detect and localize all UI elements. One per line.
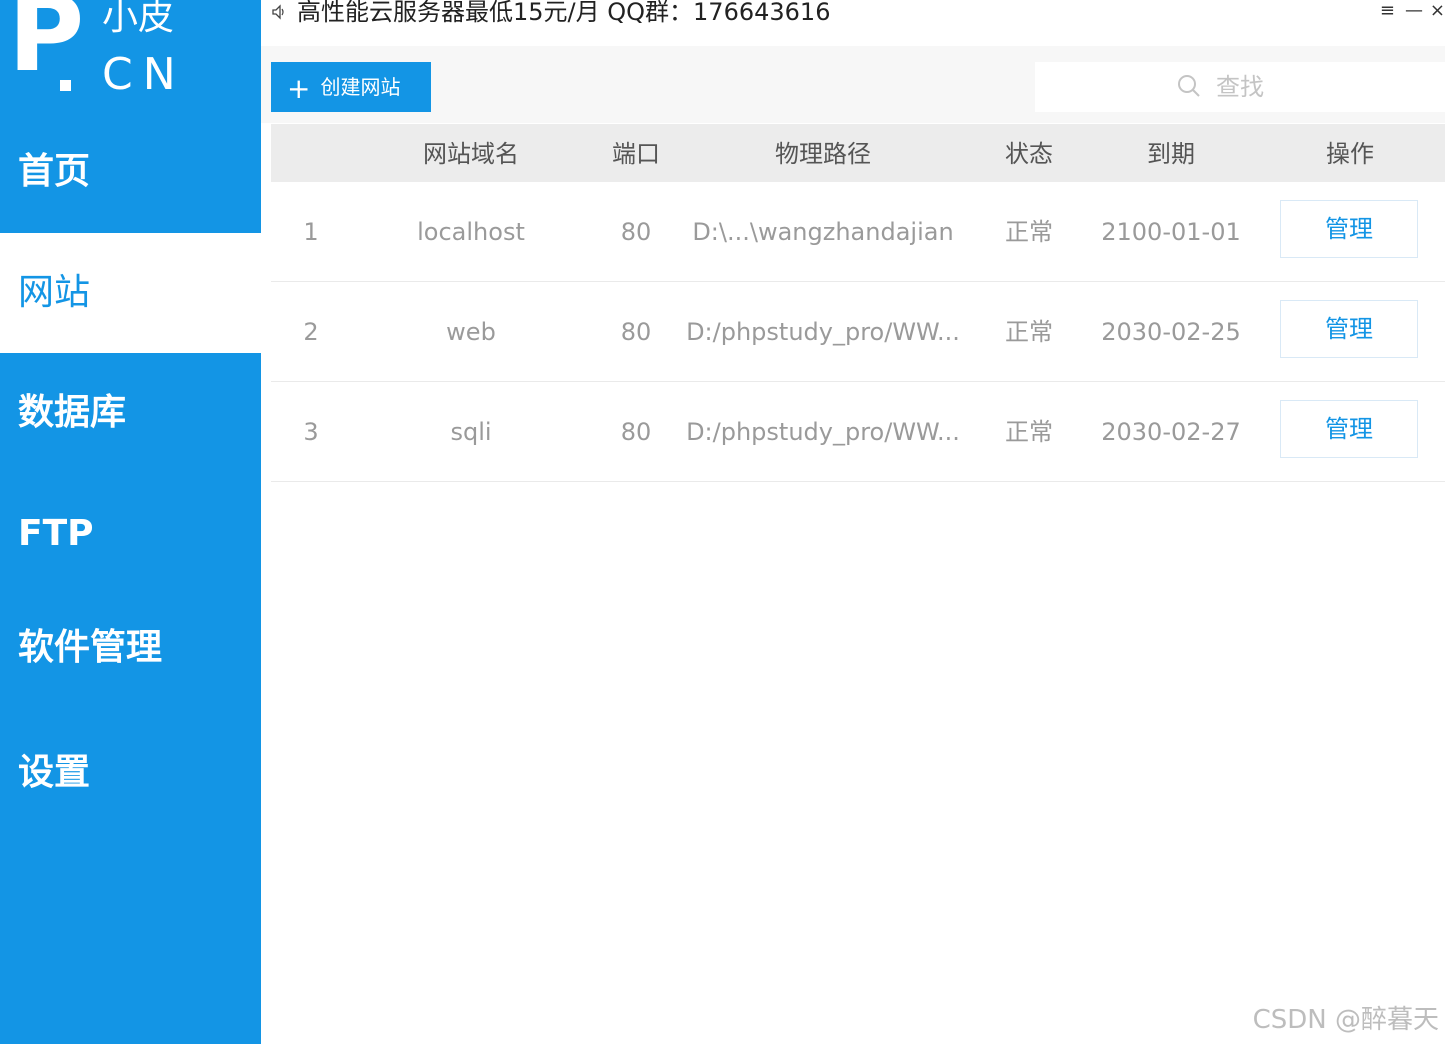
column-header-path: 物理路径 <box>775 140 871 168</box>
sidebar-item-ftp[interactable]: FTP <box>0 474 261 594</box>
search-icon <box>1178 75 1200 97</box>
row-domain: sqli <box>450 418 492 446</box>
logo-top-text: 小皮 <box>102 0 175 38</box>
row-status: 正常 <box>1005 418 1053 446</box>
column-header-domain: 网站域名 <box>423 140 519 168</box>
row-expires: 2100-01-01 <box>1101 218 1241 246</box>
sidebar: P 小皮 CN 首页 网站 数据库 FTP 软件管理 设置 <box>0 0 261 1044</box>
menu-icon[interactable]: ≡ <box>1380 0 1395 22</box>
row-port: 80 <box>620 418 652 446</box>
website-table: 网站域名 端口 物理路径 状态 到期 操作 1 localhost 80 D:\… <box>271 124 1445 482</box>
row-status: 正常 <box>1005 318 1053 346</box>
row-index: 3 <box>303 418 319 446</box>
row-domain: localhost <box>417 218 525 246</box>
minimize-icon[interactable]: — <box>1405 0 1423 22</box>
table-row: 2 web 80 D:/phpstudy_pro/WW... 正常 2030-0… <box>271 282 1445 382</box>
toolbar: + 创建网站 查找 <box>261 46 1445 123</box>
sidebar-item-settings[interactable]: 设置 <box>0 713 261 833</box>
logo-dot <box>60 80 71 91</box>
sidebar-item-database[interactable]: 数据库 <box>0 353 261 473</box>
table-row: 3 sqli 80 D:/phpstudy_pro/WW... 正常 2030-… <box>271 382 1445 482</box>
plus-icon: + <box>287 71 311 105</box>
row-path: D:\...\wangzhandajian <box>692 218 954 246</box>
search-input[interactable]: 查找 <box>1035 62 1445 112</box>
row-path: D:/phpstudy_pro/WW... <box>686 418 960 446</box>
table-row: 1 localhost 80 D:\...\wangzhandajian 正常 … <box>271 182 1445 282</box>
row-path: D:/phpstudy_pro/WW... <box>686 318 960 346</box>
watermark: CSDN @醉暮天 <box>1252 1005 1439 1035</box>
close-icon[interactable]: × <box>1430 0 1445 22</box>
announcement-text[interactable]: 高性能云服务器最低15元/月 QQ群：176643616 <box>297 0 830 28</box>
row-port: 80 <box>620 218 652 246</box>
manage-button[interactable]: 管理 <box>1280 200 1418 258</box>
speaker-icon <box>272 4 284 20</box>
row-port: 80 <box>620 318 652 346</box>
logo-letter: P <box>8 0 85 95</box>
column-header-port: 端口 <box>612 140 660 168</box>
row-expires: 2030-02-25 <box>1101 318 1241 346</box>
sidebar-item-software[interactable]: 软件管理 <box>0 588 261 708</box>
top-bar: 高性能云服务器最低15元/月 QQ群：176643616 ≡ — × <box>261 0 1445 46</box>
manage-button[interactable]: 管理 <box>1280 400 1418 458</box>
search-placeholder: 查找 <box>1216 73 1264 101</box>
row-index: 2 <box>303 318 319 346</box>
row-index: 1 <box>303 218 319 246</box>
sidebar-item-home[interactable]: 首页 <box>0 112 261 232</box>
column-header-status: 状态 <box>1005 140 1053 168</box>
row-domain: web <box>446 318 496 346</box>
logo-bottom-text: CN <box>102 49 186 100</box>
row-expires: 2030-02-27 <box>1101 418 1241 446</box>
table-header: 网站域名 端口 物理路径 状态 到期 操作 <box>271 124 1445 182</box>
column-header-expires: 到期 <box>1147 140 1195 168</box>
create-website-label: 创建网站 <box>320 75 401 99</box>
column-header-action: 操作 <box>1326 140 1374 168</box>
create-website-button[interactable]: + 创建网站 <box>271 62 431 112</box>
row-status: 正常 <box>1005 218 1053 246</box>
app-logo: P 小皮 CN <box>0 0 261 112</box>
sidebar-item-website[interactable]: 网站 <box>0 233 261 353</box>
manage-button[interactable]: 管理 <box>1280 300 1418 358</box>
